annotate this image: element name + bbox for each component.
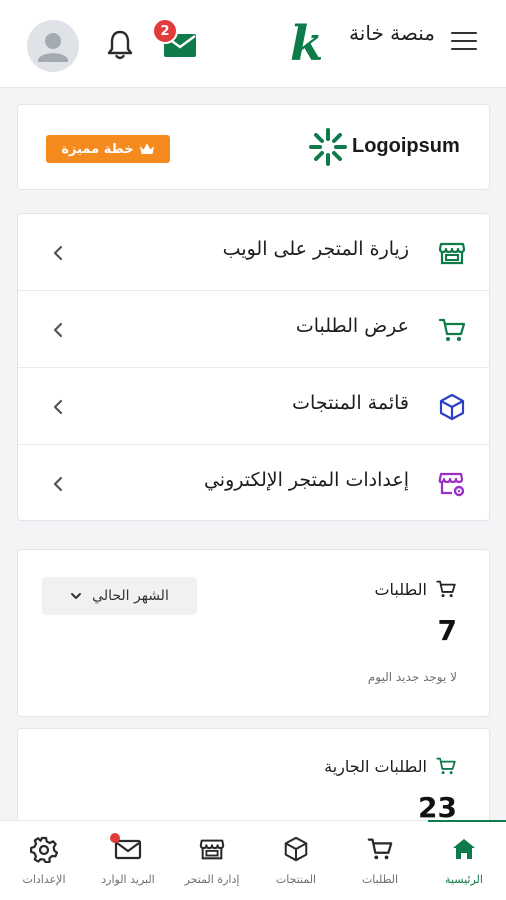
brand-name: منصة خانة	[349, 21, 435, 45]
nav-tab-label: البريد الوارد	[101, 873, 155, 886]
avatar[interactable]	[27, 20, 79, 72]
store-actions-menu: زيارة المتجر على الويب عرض الطلبات قائمة…	[17, 213, 490, 521]
nav-tab-store-management[interactable]: إدارة المتجر	[170, 821, 254, 900]
bell-icon	[107, 30, 133, 60]
orders-note: لا يوجد جديد اليوم	[367, 670, 457, 684]
storefront-icon	[437, 238, 467, 268]
store-logo: Logoipsum	[308, 127, 468, 167]
menu-item-view-orders[interactable]: عرض الطلبات	[18, 291, 489, 368]
cart-icon	[436, 580, 456, 598]
user-icon	[38, 33, 68, 62]
top-bar: 2 k منصة خانة	[0, 0, 506, 88]
orders-count: 7	[437, 614, 457, 647]
nav-tab-settings[interactable]: الإعدادات	[2, 821, 86, 900]
brand-mark: k	[290, 16, 324, 72]
menu-item-label: قائمة المنتجات	[292, 392, 409, 414]
box-icon	[437, 392, 467, 422]
store-plan-card: خطة مميزة Logoipsum	[17, 104, 490, 190]
premium-plan-badge[interactable]: خطة مميزة	[46, 135, 170, 163]
orders-title-label: الطلبات	[374, 579, 427, 599]
crown-icon	[139, 143, 154, 154]
hamburger-icon	[451, 32, 477, 50]
orders-summary-card: الشهر الحالي الطلبات 7 لا يوجد جديد اليو…	[17, 549, 490, 717]
nav-tab-label: الإعدادات	[22, 873, 66, 886]
period-label: الشهر الحالي	[92, 588, 169, 604]
inbox-button[interactable]: 2	[152, 18, 200, 62]
chevron-left-icon	[48, 394, 68, 420]
menu-item-store-settings[interactable]: إعدادات المتجر الإلكتروني	[18, 445, 489, 522]
menu-item-label: إعدادات المتجر الإلكتروني	[203, 469, 409, 491]
nav-tab-label: الطلبات	[361, 873, 399, 886]
chevron-left-icon	[48, 317, 68, 343]
nav-tab-inbox[interactable]: البريد الوارد	[86, 821, 170, 900]
ongoing-orders-title-label: الطلبات الجارية	[324, 756, 427, 776]
period-dropdown[interactable]: الشهر الحالي	[42, 577, 197, 615]
nav-tab-home[interactable]: الرئيسية	[422, 820, 506, 900]
orders-title: الطلبات	[374, 578, 457, 600]
brand-logo[interactable]: k منصة خانة	[290, 18, 435, 73]
gear-icon	[29, 835, 59, 864]
nav-tab-label: المنتجات	[275, 873, 317, 886]
ongoing-orders-title: الطلبات الجارية	[324, 755, 457, 777]
store-settings-icon	[437, 469, 467, 499]
logoipsum-mark-icon	[309, 128, 347, 166]
chevron-left-icon	[48, 240, 68, 266]
cart-icon	[366, 835, 394, 863]
nav-tab-orders[interactable]: الطلبات	[338, 821, 422, 900]
logo-text: Logoipsum	[352, 135, 460, 157]
menu-item-label: عرض الطلبات	[295, 315, 409, 337]
notifications-button[interactable]	[104, 28, 136, 62]
cart-icon	[437, 315, 467, 345]
menu-item-visit-store[interactable]: زيارة المتجر على الويب	[18, 214, 489, 291]
nav-tab-label: الرئيسية	[445, 873, 483, 886]
menu-item-label: زيارة المتجر على الويب	[222, 238, 409, 260]
chevron-down-icon	[71, 593, 82, 599]
bottom-navigation: الرئيسية الطلبات المنتجات إدارة المتجر ا…	[0, 820, 506, 900]
menu-item-product-list[interactable]: قائمة المنتجات	[18, 368, 489, 445]
nav-tab-label: إدارة المتجر	[184, 873, 240, 886]
home-icon	[450, 835, 478, 863]
chevron-left-icon	[48, 471, 68, 497]
box-icon	[282, 835, 310, 863]
menu-button[interactable]	[451, 32, 477, 54]
cart-icon	[436, 757, 456, 775]
storefront-icon	[198, 835, 226, 863]
nav-tab-products[interactable]: المنتجات	[254, 821, 338, 900]
premium-plan-label: خطة مميزة	[61, 141, 134, 157]
mail-badge-count: 2	[152, 18, 178, 44]
unread-indicator	[110, 833, 120, 843]
